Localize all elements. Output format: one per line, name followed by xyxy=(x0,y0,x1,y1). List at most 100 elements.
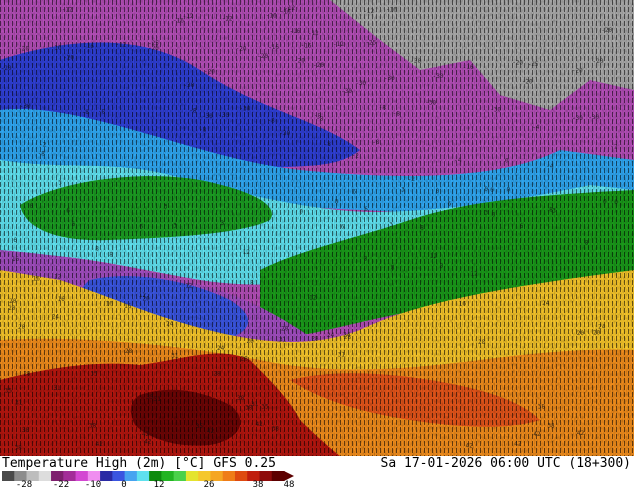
map-value-label: -16 xyxy=(51,44,62,51)
map-value-label: -20 xyxy=(63,55,74,62)
footer-bar: Temperature High (2m) [°C] GFS 0.25 Sa 1… xyxy=(0,456,634,490)
map-value-label: 38 xyxy=(547,423,555,430)
map-value-label: 42 xyxy=(207,428,215,435)
map-value-label: 20 xyxy=(18,324,26,331)
map-value-label: 31 xyxy=(154,396,162,403)
map-value-label: 12 xyxy=(54,274,62,281)
map-value-label: -30 xyxy=(425,100,436,107)
map-value-label: -16 xyxy=(463,64,474,71)
map-value-label: 0 xyxy=(614,199,618,206)
map-value-label: -8 xyxy=(372,139,380,146)
map-value-label: -2 xyxy=(352,153,360,160)
map-value-label: -8 xyxy=(189,107,197,114)
temperature-map[interactable]: 6 -8 -25 0 12 -8 8 -20 -20 -30 16 42 8 24 -25 35 12 12 0 3 3… xyxy=(0,0,634,456)
map-value-label: -20 xyxy=(1,65,12,72)
map-value-label: 6 xyxy=(72,221,76,228)
map-value-label: 16 xyxy=(33,275,41,282)
map-value-label: 0 xyxy=(492,211,496,218)
map-value-label: -12 xyxy=(183,13,194,20)
map-value-label: -12 xyxy=(116,42,127,49)
map-value-label: 6 xyxy=(352,189,356,196)
map-value-label: 31 xyxy=(53,385,61,392)
map-value-label: -20 xyxy=(593,58,604,65)
map-value-label: -30 xyxy=(218,112,229,119)
map-value-label: 3 xyxy=(389,222,393,229)
map-value-label: -25 xyxy=(528,61,539,68)
map-value-label: 16 xyxy=(12,256,20,263)
map-value-label: -30 xyxy=(588,114,599,121)
map-value-label: 24 xyxy=(327,332,335,339)
map-value-label: -8 xyxy=(38,151,46,158)
temperature-colorbar xyxy=(2,471,294,481)
map-value-label: 42 xyxy=(514,441,522,448)
map-value-label: 8 xyxy=(391,265,395,272)
map-value-label: 0 xyxy=(603,199,607,206)
map-value-label: -8 xyxy=(324,141,332,148)
map-value-label: 8 xyxy=(420,225,424,232)
map-value-label: 0 xyxy=(436,188,440,195)
map-value-label: -20 xyxy=(512,60,523,67)
map-value-label: 28 xyxy=(311,335,319,342)
map-value-label: -8 xyxy=(82,109,90,116)
map-value-label: 42 xyxy=(533,431,541,438)
map-value-label: -30 xyxy=(279,130,290,137)
map-value-label: 38 xyxy=(89,423,97,430)
map-value-label: -30 xyxy=(490,106,501,113)
colorbar-swatch xyxy=(234,471,248,481)
map-value-label: 31 xyxy=(251,401,259,408)
map-value-label: 31 xyxy=(171,353,179,360)
map-value-label: 3 xyxy=(401,186,405,193)
map-value-label: 8 xyxy=(109,252,113,259)
map-value-label: 24 xyxy=(217,345,225,352)
map-value-label: 42 xyxy=(466,443,474,450)
map-value-label: -30 xyxy=(183,82,194,89)
map-value-label: -30 xyxy=(20,103,31,110)
map-value-label: 20 xyxy=(9,298,17,305)
map-value-label: 6 xyxy=(448,200,452,207)
colorbar-tick-label: 12 xyxy=(153,480,165,490)
map-value-label: 20 xyxy=(281,325,289,332)
map-value-label: -8 xyxy=(393,111,401,118)
map-value-label: 12 xyxy=(430,253,438,260)
map-value-label: -20 xyxy=(204,68,215,75)
map-value-label: 0 xyxy=(490,187,494,194)
map-value-label: 3 xyxy=(164,203,168,210)
map-value-label: 35 xyxy=(261,404,269,411)
map-value-label: 6 xyxy=(364,206,368,213)
map-value-label: 0 xyxy=(30,203,34,210)
map-value-label: -20 xyxy=(257,53,268,60)
map-value-label: -12 xyxy=(308,30,319,37)
map-value-label: 38 xyxy=(272,425,280,432)
map-value-label: -12 xyxy=(333,41,344,48)
map-value-label: -8 xyxy=(268,117,276,124)
colorbar-tick-label: -10 xyxy=(84,480,102,490)
map-value-label: 20 xyxy=(143,296,151,303)
map-value-label: 38 xyxy=(22,427,30,434)
map-value-label: 35 xyxy=(90,371,98,378)
map-value-label: -8 xyxy=(316,115,324,122)
map-value-label: -30 xyxy=(240,106,251,113)
map-value-label: 16 xyxy=(459,301,467,308)
map-value-label: 12 xyxy=(185,282,193,289)
map-value-label: -12 xyxy=(284,5,295,12)
map-value-label: 24 xyxy=(166,321,174,328)
map-value-label: -20 xyxy=(313,62,324,69)
colorbar-tick-label: 26 xyxy=(203,480,215,490)
map-value-label: -20 xyxy=(294,57,305,64)
map-value-label: 8 xyxy=(440,263,444,270)
map-value-label: -20 xyxy=(601,27,612,34)
map-value-label: 0 xyxy=(505,158,509,165)
colorbar-tick-label: -22 xyxy=(52,480,70,490)
map-value-label: -16 xyxy=(301,42,312,49)
map-value-label: 8 xyxy=(250,280,254,287)
colorbar-swatch xyxy=(124,471,138,481)
map-value-label: -30 xyxy=(384,75,395,82)
map-value-label: 20 xyxy=(247,338,255,345)
colorbar-tick-label: -28 xyxy=(15,480,33,490)
map-value-label: 24 xyxy=(598,324,606,331)
colorbar-swatch xyxy=(136,471,150,481)
map-value-label: 0 xyxy=(484,186,488,193)
map-value-label: 24 xyxy=(343,331,351,338)
colorbar-swatch xyxy=(173,471,187,481)
map-value-label: 28 xyxy=(125,348,133,355)
